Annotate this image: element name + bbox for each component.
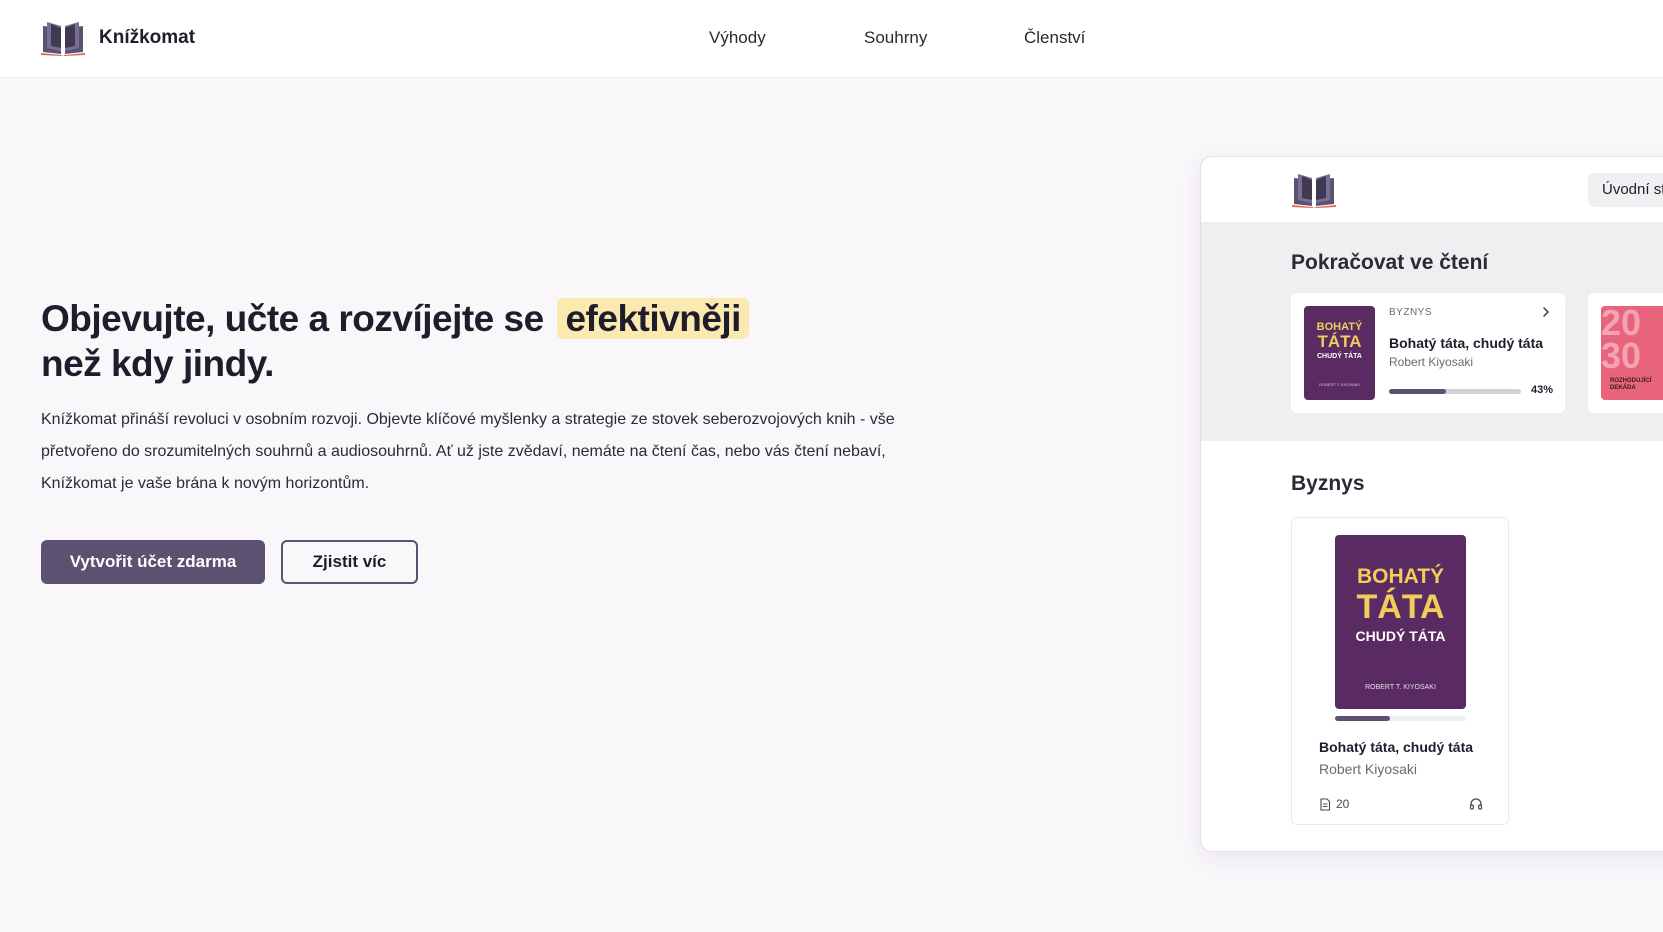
book-progress-fill (1335, 716, 1391, 721)
continue-reading-card[interactable]: BOHATÝ TÁTA CHUDÝ TÁTA ROBERT T. KIYOSAK… (1291, 293, 1565, 413)
cover-line2: TÁTA (1356, 588, 1445, 626)
cover-number-bottom: 30 (1601, 335, 1642, 376)
brand-name: Knížkomat (99, 27, 196, 48)
open-book-icon (1292, 174, 1336, 208)
cover-subtitle: ROZHODUJÍCÍ DEKÁDA (1610, 378, 1651, 392)
preview-home-button[interactable]: Úvodní st (1588, 173, 1663, 207)
hero-title-part1: Objevujte, učte a rozvíjejte se (41, 298, 544, 339)
book-card[interactable]: BOHATÝ TÁTA CHUDÝ TÁTA ROBERT T. KIYOSAK… (1291, 517, 1509, 825)
hero-title-line2: než kdy jindy. (41, 343, 274, 384)
nav-link-vyhody[interactable]: Výhody (709, 28, 766, 48)
continue-reading-section: Pokračovat ve čtení BOHATÝ TÁTA CHUDÝ TÁ… (1201, 223, 1663, 441)
book-category: BYZNYS (1389, 307, 1433, 318)
book-cover: BOHATÝ TÁTA CHUDÝ TÁTA ROBERT T. KIYOSAK… (1304, 306, 1375, 400)
cover-line3: CHUDÝ TÁTA (1317, 353, 1362, 360)
nav-link-souhrny[interactable]: Souhrny (864, 28, 927, 48)
book-cover: BOHATÝ TÁTA CHUDÝ TÁTA ROBERT T. KIYOSAK… (1335, 535, 1466, 709)
page-count: 20 (1336, 797, 1350, 811)
hero-title-line1: Objevujte, učte a rozvíjejte se efektivn… (41, 296, 941, 341)
book-author: Robert Kiyosaki (1389, 355, 1474, 369)
create-account-button[interactable]: Vytvořit účet zdarma (41, 540, 265, 584)
cover-author: ROBERT T. KIYOSAKI (1365, 684, 1436, 691)
book-title: Bohatý táta, chudý táta (1319, 739, 1474, 755)
learn-more-button[interactable]: Zjistit víc (281, 540, 418, 584)
preview-header: Úvodní st (1201, 157, 1663, 223)
brand[interactable]: Knížkomat (41, 20, 195, 56)
navbar: Knížkomat Výhody Souhrny Členství (0, 0, 1663, 78)
reading-progress-bar (1389, 389, 1521, 394)
hero-title-highlight: efektivněji (557, 298, 749, 339)
book-title: Bohatý táta, chudý táta (1389, 335, 1544, 351)
continue-reading-title: Pokračovat ve čtení (1291, 251, 1489, 274)
reading-progress-fill (1389, 389, 1446, 394)
document-icon (1320, 798, 1331, 811)
open-book-icon (41, 22, 85, 56)
cover-subtitle-line1: ROZHODUJÍCÍ (1610, 378, 1652, 384)
cover-line1: BOHATÝ (1356, 565, 1445, 588)
reading-progress-label: 43% (1531, 384, 1554, 396)
hero-description: Knížkomat přináší revoluci v osobním roz… (41, 411, 895, 492)
chevron-right-icon[interactable] (1539, 305, 1553, 319)
app-preview: Úvodní st Pokračovat ve čtení BOHATÝ TÁT… (1200, 156, 1663, 852)
cover-line2: TÁTA (1317, 332, 1362, 351)
hero-title: Objevujte, učte a rozvíjejte se efektivn… (41, 296, 941, 386)
cover-line3: CHUDÝ TÁTA (1355, 628, 1446, 644)
headphones-icon[interactable] (1469, 797, 1483, 811)
book-author: Robert Kiyosaki (1319, 761, 1418, 777)
cover-author: ROBERT T. KIYOSAKI (1319, 382, 1360, 387)
continue-reading-card-peek[interactable]: 20 30 ROZHODUJÍCÍ DEKÁDA (1588, 293, 1663, 413)
cover-subtitle-line2: DEKÁDA (1610, 385, 1636, 391)
nav-link-clenstvi[interactable]: Členství (1024, 28, 1085, 48)
business-section-title: Byznys (1291, 472, 1365, 495)
book-cover: 20 30 ROZHODUJÍCÍ DEKÁDA (1601, 306, 1663, 400)
book-progress-bar (1335, 716, 1466, 721)
